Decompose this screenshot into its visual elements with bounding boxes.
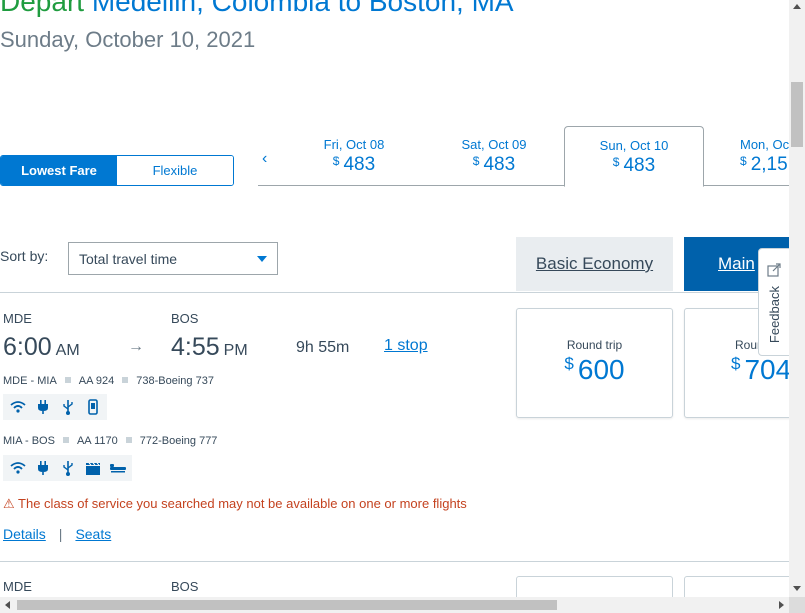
usb-icon [58,459,77,478]
vertical-scrollbar[interactable] [789,0,805,597]
warning-icon: ⚠ [3,496,15,511]
scrollbar-corner [789,597,805,613]
date-price: $2,15 [740,154,788,175]
fare-type: Round trip [566,338,623,352]
entertainment-icon [83,459,102,478]
wifi-icon [8,459,27,478]
cabin-tab-basic-economy[interactable]: Basic Economy [516,237,673,291]
lie-flat-seat-icon [108,459,127,478]
date-tab-oct10[interactable]: Sun, Oct 10 $483 [564,126,704,187]
segment-info: MDE - MIA AA 924 738-Boeing 737 [3,375,214,387]
date-tab-oct08[interactable]: Fri, Oct 08 $483 [284,137,424,176]
date-tab-oct11[interactable]: Mon, Oc $2,15 [704,137,790,176]
horizontal-scrollbar[interactable] [0,597,789,613]
sort-label: Sort by: [0,248,49,264]
origin-code: MDE [3,311,32,326]
destination-code: BOS [171,579,199,594]
sort-value: Total travel time [79,250,178,267]
date-label: Fri, Oct 08 [323,137,385,152]
scrollbar-thumb[interactable] [17,600,557,610]
stops-link[interactable]: 1 stop [384,337,428,355]
flexible-button[interactable]: Flexible [117,156,233,185]
origin-code: MDE [3,579,32,594]
amenities [3,394,107,420]
fare-price: $704 [731,354,792,385]
fare-price: $600 [564,354,625,385]
segment-info: MIA - BOS AA 1170 772-Boeing 777 [3,435,218,447]
link-separator: | [58,526,63,542]
feedback-tab[interactable]: Feedback [758,248,790,356]
caret-down-icon [257,255,267,262]
details-link[interactable]: Details [3,526,46,542]
usb-icon [58,398,77,417]
depart-time: 6:00 AM [3,333,80,361]
fare-card-basic-economy[interactable]: Round trip $600 [516,308,673,418]
chevron-left-icon[interactable]: ‹ [262,150,267,168]
date-price: $483 [612,155,656,176]
feedback-label: Feedback [766,286,782,344]
depart-word: Depart [0,0,85,17]
mobile-device-icon [83,398,102,417]
scroll-left-icon[interactable] [5,601,10,609]
external-link-icon [767,263,781,282]
date-label: Sat, Oct 09 [461,137,527,152]
lowest-fare-button[interactable]: Lowest Fare [1,156,117,185]
divider [0,292,790,293]
divider [0,561,790,562]
date-tab-oct09[interactable]: Sat, Oct 09 $483 [424,137,564,176]
scroll-up-icon[interactable] [793,4,801,9]
route-title: Medellin, Colombia to Boston, MA [91,0,514,17]
arrow-right-icon: → [128,338,144,355]
service-class-warning: ⚠ The class of service you searched may … [3,496,467,512]
date-label: Mon, Oc [740,137,790,152]
seats-link[interactable]: Seats [75,526,111,542]
sort-select[interactable]: Total travel time [68,242,278,275]
flight-links: Details | Seats [3,526,111,542]
destination-code: BOS [171,311,199,326]
travel-date: Sunday, October 10, 2021 [0,27,256,52]
date-price: $483 [472,154,516,175]
date-label: Sun, Oct 10 [599,138,669,153]
power-icon [33,459,52,478]
date-strip-line [258,185,798,186]
flight-duration: 9h 55m [296,339,350,356]
amenities [3,455,132,481]
scroll-right-icon[interactable] [779,601,784,609]
warning-text: The class of service you searched may no… [18,496,467,511]
scrollbar-thumb[interactable] [791,82,803,147]
wifi-icon [8,398,27,417]
fare-toggle: Lowest Fare Flexible [0,155,234,186]
arrive-time: 4:55 PM [171,333,248,361]
page-title: Depart Medellin, Colombia to Boston, MA [0,0,514,18]
date-price: $483 [332,154,376,175]
scroll-down-icon[interactable] [793,586,801,591]
power-icon [33,398,52,417]
